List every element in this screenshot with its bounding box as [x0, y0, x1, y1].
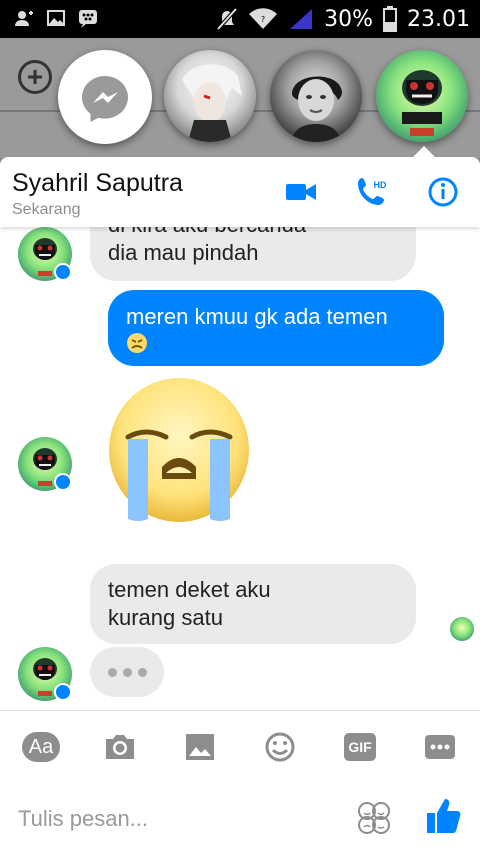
contact-1-avatar — [182, 64, 242, 142]
message-line: di kira aku bercanda — [108, 227, 398, 239]
text-format-button[interactable]: Aa — [22, 732, 60, 762]
messenger-badge-icon — [54, 473, 72, 491]
image-icon — [47, 10, 65, 26]
more-icon[interactable] — [422, 730, 458, 764]
wifi-icon: ? — [249, 8, 278, 30]
message-list[interactable]: di kira aku bercanda dia mau pindah mere… — [0, 227, 480, 710]
seen-indicator-avatar — [450, 617, 474, 641]
like-icon[interactable] — [424, 796, 464, 836]
typing-dot — [122, 667, 132, 677]
chat-head-active-contact[interactable] — [376, 50, 468, 142]
messenger-badge-icon — [54, 683, 72, 701]
message-input[interactable] — [18, 802, 338, 836]
presence-status: Sekarang — [12, 201, 81, 218]
hd-call-icon[interactable]: HD — [354, 175, 388, 209]
signal-icon — [290, 9, 313, 29]
gallery-icon[interactable] — [182, 730, 218, 764]
conversation-header: Syahril Saputra Sekarang HD — [0, 157, 480, 227]
joker-avatar — [402, 70, 442, 136]
typing-dot — [107, 667, 117, 677]
emoji-icon[interactable] — [262, 730, 298, 764]
background-add-icon: + — [18, 60, 52, 94]
add-contact-icon — [15, 11, 33, 26]
typing-dot — [137, 667, 147, 677]
info-icon[interactable] — [426, 175, 460, 209]
crying-face-sticker-icon[interactable] — [106, 375, 252, 525]
message-line: meren kmuu gk ada temen — [126, 304, 388, 329]
battery-percent: 30% — [324, 6, 374, 32]
message-bubble-incoming[interactable]: di kira aku bercanda dia mau pindah — [90, 227, 416, 281]
composer-toolbar: Aa GIF — [0, 710, 480, 782]
messenger-badge-icon — [54, 263, 72, 281]
contact-2-avatar — [290, 76, 342, 142]
messenger-icon — [82, 76, 128, 122]
status-bar: ? 30% 23.01 — [0, 0, 480, 38]
camera-icon[interactable] — [102, 730, 138, 764]
contact-name[interactable]: Syahril Saputra — [12, 169, 183, 198]
messenger-chat-head[interactable] — [58, 50, 152, 144]
message-line: dia mau pindah — [108, 240, 259, 265]
message-bubble-outgoing[interactable]: meren kmuu gk ada temen — [108, 290, 444, 366]
battery-icon — [383, 6, 398, 32]
bbm-icon — [79, 10, 97, 28]
mute-icon — [216, 7, 238, 31]
message-line: temen deket aku — [108, 577, 271, 602]
video-call-icon[interactable] — [284, 175, 318, 209]
message-bubble-incoming[interactable]: temen deket aku kurang satu — [90, 564, 416, 644]
sticker-icon[interactable] — [356, 800, 392, 836]
hd-badge: HD — [374, 180, 387, 190]
disappointed-face-icon — [127, 333, 147, 353]
typing-indicator — [90, 647, 164, 697]
chat-head-contact-1[interactable] — [164, 50, 256, 142]
chat-head-contact-2[interactable] — [270, 50, 362, 142]
message-composer — [0, 782, 480, 854]
gif-button[interactable]: GIF — [344, 733, 376, 761]
message-line: kurang satu — [108, 605, 223, 630]
clock: 23.01 — [407, 6, 470, 32]
svg-text:?: ? — [261, 15, 265, 24]
